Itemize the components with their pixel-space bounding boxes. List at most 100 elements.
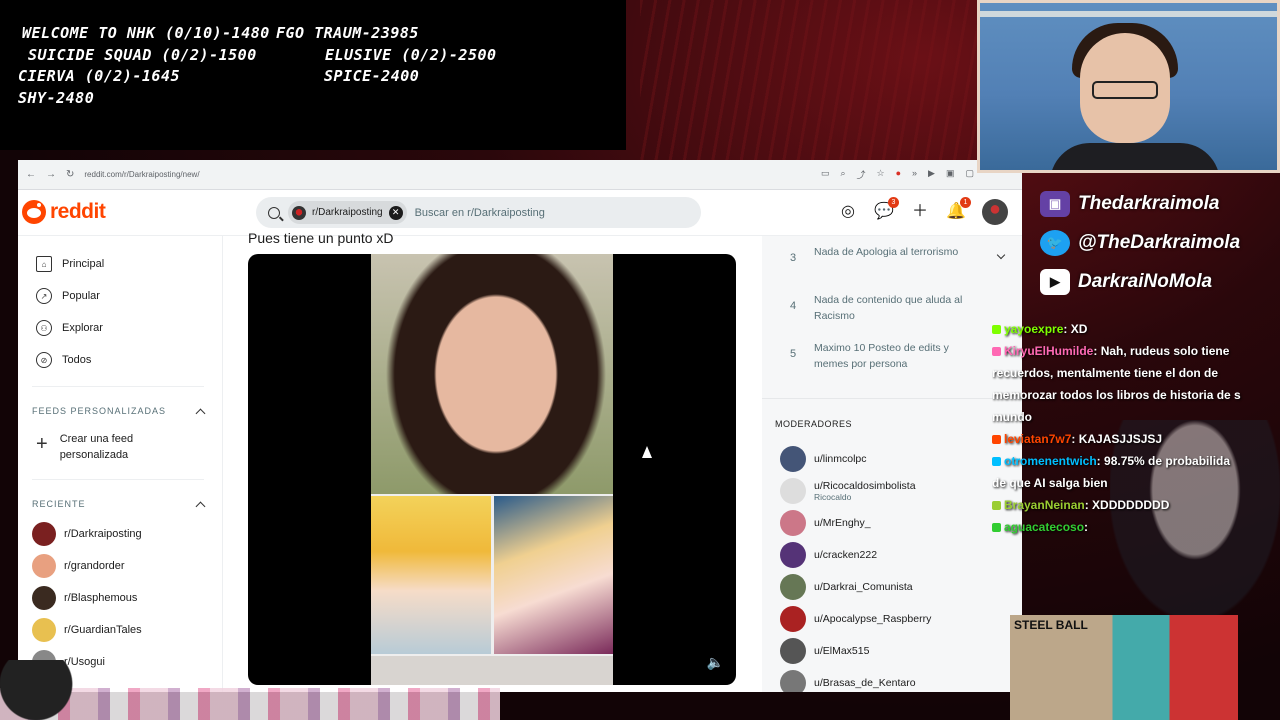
zoom-icon[interactable]: ⌕	[840, 168, 845, 181]
rule-item[interactable]: 5 Maximo 10 Posteo de edits y memes por p…	[762, 334, 1022, 382]
recent-community-item[interactable]: r/Blasphemous	[18, 582, 222, 614]
share-icon[interactable]: ⤴	[857, 168, 866, 181]
moderator-item[interactable]: u/Darkrai_Comunista	[762, 571, 1022, 603]
home-icon: ⌂	[36, 256, 52, 272]
chat-separator: :	[1096, 454, 1105, 468]
create-feed-button[interactable]: + Crear una feed personalizada	[18, 425, 222, 469]
moderator-item[interactable]: u/ElMax515	[762, 635, 1022, 667]
rule-text: Nada de Apologia al terrorismo	[814, 246, 959, 258]
moderator-name: u/Apocalypse_Raspberry	[814, 613, 932, 625]
chat-text: 98.75% de probabilida	[1104, 454, 1231, 468]
sidebar-divider	[32, 479, 204, 480]
moderator-item[interactable]: u/MrEnghy_	[762, 507, 1022, 539]
social-handle: @TheDarkraimola	[1078, 232, 1241, 253]
sidebar-item-label: Principal	[62, 258, 105, 270]
close-icon[interactable]: ✕	[388, 205, 403, 220]
moderator-name: u/Darkrai_Comunista	[814, 581, 913, 593]
reddit-snoo-icon	[22, 200, 46, 224]
star-icon[interactable]: ☆	[877, 168, 885, 181]
sidebar-item-principal[interactable]: ⌂ Principal	[18, 248, 222, 280]
extension-puzzle-icon[interactable]: ▢	[965, 168, 974, 181]
stream-chat: yayoexpre: XD KiryuElHumilde: Nah, rudeus…	[992, 318, 1280, 558]
moderator-avatar	[780, 574, 806, 600]
extension-play-icon[interactable]: ▶	[928, 168, 935, 181]
rule-item[interactable]: 3 Nada de Apologia al terrorismo	[762, 238, 1022, 286]
chat-message: otromenentwich: 98.75% de probabilida	[992, 450, 1280, 472]
chat-message: leviatan7w7: KAJASJJSJSJ	[992, 428, 1280, 450]
advertise-icon[interactable]: ◎	[838, 202, 858, 222]
chat-icon[interactable]: 💬 3	[874, 197, 899, 222]
chevron-down-icon[interactable]	[996, 250, 1006, 260]
moderator-name: u/Brasas_de_Kentaro	[814, 677, 916, 689]
recent-community-item[interactable]: r/grandorder	[18, 550, 222, 582]
goals-overlay: WELCOME TO NHK (0/10)-1480 FGO TRAUM-239…	[0, 0, 626, 150]
post-title[interactable]: Pues tiene un punto xD	[248, 230, 394, 246]
chat-separator: :	[1084, 498, 1093, 512]
sidebar-item-explorar[interactable]: ⚇ Explorar	[18, 312, 222, 344]
chat-text: XD	[1070, 322, 1088, 336]
youtube-icon: ▶	[1040, 269, 1070, 295]
community-avatar	[32, 586, 56, 610]
moderator-item[interactable]: u/linmcolpc	[762, 443, 1022, 475]
extension-menu-icon[interactable]: ▣	[946, 168, 955, 181]
forward-icon[interactable]: →	[46, 169, 56, 180]
moderator-item[interactable]: u/Brasas_de_Kentaro	[762, 667, 1022, 692]
social-twitch: ▣ Thedarkraimola	[1040, 188, 1280, 220]
moderator-name: u/Ricocaldosimbolista	[814, 480, 916, 492]
recent-community-label: r/Blasphemous	[64, 592, 138, 604]
video-bottom-strip	[371, 656, 613, 685]
webcam-feed	[977, 0, 1280, 173]
search-bar[interactable]: r/Darkraiposting ✕ Buscar en r/Darkraipo…	[256, 197, 701, 228]
mouse-cursor	[642, 446, 652, 458]
cast-icon[interactable]: ▭	[821, 168, 830, 181]
rule-item[interactable]: 4 Nada de contenido que aluda al Racismo	[762, 286, 1022, 334]
chat-badge-icon	[992, 523, 1001, 533]
recent-community-item[interactable]: r/GuardianTales	[18, 614, 222, 646]
reddit-logo[interactable]: reddit	[22, 200, 106, 224]
user-avatar[interactable]	[982, 199, 1008, 225]
address-bar[interactable]: reddit.com/r/Darkraiposting/new/	[84, 170, 811, 179]
post-video[interactable]: 🔈	[248, 254, 736, 685]
recent-community-item[interactable]: r/Darkraiposting	[18, 518, 222, 550]
chat-badge-icon	[992, 501, 1001, 511]
subreddit-chip[interactable]: r/Darkraiposting ✕	[288, 201, 407, 224]
recent-section-toggle[interactable]: RECIENTE	[18, 490, 222, 518]
chat-separator: :	[1084, 520, 1089, 534]
volume-icon[interactable]: 🔈	[707, 654, 724, 671]
moderator-avatar	[780, 478, 806, 504]
moderator-name: u/MrEnghy_	[814, 517, 871, 529]
moderator-avatar	[780, 638, 806, 664]
create-post-icon[interactable]: ＋	[910, 202, 930, 222]
social-twitter: 🐦 @TheDarkraimola	[1040, 227, 1280, 259]
twitch-icon: ▣	[1040, 191, 1070, 217]
sidebar-item-label: Popular	[62, 290, 100, 302]
moderator-item[interactable]: u/Ricocaldosimbolista Ricocaldo	[762, 475, 1022, 507]
extension-arrows-icon[interactable]: »	[912, 168, 917, 181]
chat-text: KAJASJJSJSJ	[1078, 432, 1163, 446]
rule-text: Nada de contenido que aluda al Racismo	[814, 294, 963, 322]
back-icon[interactable]: ←	[26, 169, 36, 180]
browser-window: ← → ↻ reddit.com/r/Darkraiposting/new/ ▭…	[18, 160, 1022, 692]
rule-number: 5	[790, 348, 797, 360]
chat-text: recuerdos, mentalmente tiene el don de	[992, 366, 1219, 380]
chat-badge-icon	[992, 347, 1001, 357]
moderator-item[interactable]: u/Apocalypse_Raspberry	[762, 603, 1022, 635]
sidebar-item-todos[interactable]: ⊘ Todos	[18, 344, 222, 376]
extension-opera-icon[interactable]: ●	[896, 168, 901, 181]
chat-username: otromenentwich	[1004, 454, 1097, 468]
chat-username: aguacatecoso	[1004, 520, 1085, 534]
moderator-flair: Ricocaldo	[814, 492, 852, 502]
chat-username: yayoexpre	[1004, 322, 1064, 336]
goal-text: SUICIDE SQUAD (0/2)-1500	[28, 46, 257, 64]
post-content: Pues tiene un punto xD 🔈	[248, 230, 738, 692]
moderator-avatar	[780, 606, 806, 632]
notification-bell-icon[interactable]: 🔔 1	[946, 197, 971, 222]
chat-text: XDDDDDDDD	[1092, 498, 1170, 512]
search-input[interactable]: Buscar en r/Darkraiposting	[415, 207, 545, 219]
reload-icon[interactable]: ↻	[66, 169, 74, 180]
chat-message: yayoexpre: XD	[992, 318, 1280, 340]
goal-text: ELUSIVE (0/2)-2500	[325, 46, 497, 64]
feeds-section-toggle[interactable]: FEEDS PERSONALIZADAS	[18, 397, 222, 425]
moderator-item[interactable]: u/cracken222	[762, 539, 1022, 571]
sidebar-item-popular[interactable]: ↗ Popular	[18, 280, 222, 312]
